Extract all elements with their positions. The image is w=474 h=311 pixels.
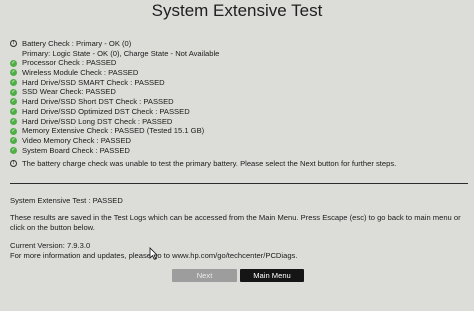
short-dst-check-row: ✓ Hard Drive/SSD Short DST Check : PASSE… (10, 97, 470, 107)
check-label: Memory Extensive Check : PASSED (Tested … (22, 126, 205, 136)
check-label: SSD Wear Check: PASSED (22, 87, 116, 97)
long-dst-check-row: ✓ Hard Drive/SSD Long DST Check : PASSED (10, 117, 470, 127)
optimized-dst-check-row: ✓ Hard Drive/SSD Optimized DST Check : P… (10, 107, 470, 117)
battery-warning-text: The battery charge check was unable to t… (22, 159, 397, 168)
battery-warning-message: ! The battery charge check was unable to… (10, 159, 470, 168)
check-circle-icon: ✓ (10, 127, 17, 135)
info-circle-icon: ! (10, 160, 17, 167)
saved-results-note: These results are saved in the Test Logs… (10, 213, 461, 233)
processor-check-row: ✓ Processor Check : PASSED (10, 58, 470, 68)
check-label: Wireless Module Check : PASSED (22, 68, 139, 78)
video-memory-check-row: ✓ Video Memory Check : PASSED (10, 136, 470, 146)
mouse-cursor-icon (149, 247, 158, 260)
check-label: Hard Drive/SSD SMART Check : PASSED (22, 77, 165, 87)
check-circle-icon: ✓ (10, 137, 17, 145)
test-summary: System Extensive Test : PASSED (10, 196, 123, 205)
check-label: System Board Check : PASSED (22, 145, 130, 155)
check-label: Processor Check : PASSED (22, 58, 117, 68)
smart-check-row: ✓ Hard Drive/SSD SMART Check : PASSED (10, 78, 470, 88)
main-menu-button[interactable]: Main Menu (240, 269, 304, 282)
ssd-wear-check-row: ✓ SSD Wear Check: PASSED (10, 87, 470, 97)
check-circle-icon: ✓ (10, 69, 17, 77)
wireless-check-row: ✓ Wireless Module Check : PASSED (10, 68, 470, 78)
check-circle-icon: ✓ (10, 117, 17, 125)
check-label: Hard Drive/SSD Long DST Check : PASSED (22, 116, 173, 126)
battery-check-row: ! Battery Check : Primary - OK (0) (10, 39, 470, 49)
info-circle-icon: ! (10, 40, 17, 48)
check-label: Hard Drive/SSD Short DST Check : PASSED (22, 97, 174, 107)
section-divider (10, 183, 468, 184)
memory-check-row: ✓ Memory Extensive Check : PASSED (Teste… (10, 126, 470, 136)
battery-detail-row: Primary: Logic State - OK (0), Charge St… (10, 49, 470, 59)
check-circle-icon: ✓ (10, 88, 17, 96)
page-title: System Extensive Test (151, 1, 323, 20)
battery-check-label: Battery Check : Primary - OK (0) (22, 39, 132, 48)
battery-detail-label: Primary: Logic State - OK (0), Charge St… (22, 48, 220, 58)
check-circle-icon: ✓ (10, 59, 17, 67)
check-label: Video Memory Check : PASSED (22, 135, 132, 145)
check-circle-icon: ✓ (10, 108, 17, 116)
check-results-list: ! Battery Check : Primary - OK (0) Prima… (10, 39, 470, 155)
check-circle-icon: ✓ (10, 79, 17, 87)
check-circle-icon: ✓ (10, 146, 17, 154)
check-circle-icon: ✓ (10, 98, 17, 106)
system-board-check-row: ✓ System Board Check : PASSED (10, 146, 470, 156)
check-label: Hard Drive/SSD Optimized DST Check : PAS… (22, 106, 190, 116)
next-button[interactable]: Next (172, 269, 237, 282)
